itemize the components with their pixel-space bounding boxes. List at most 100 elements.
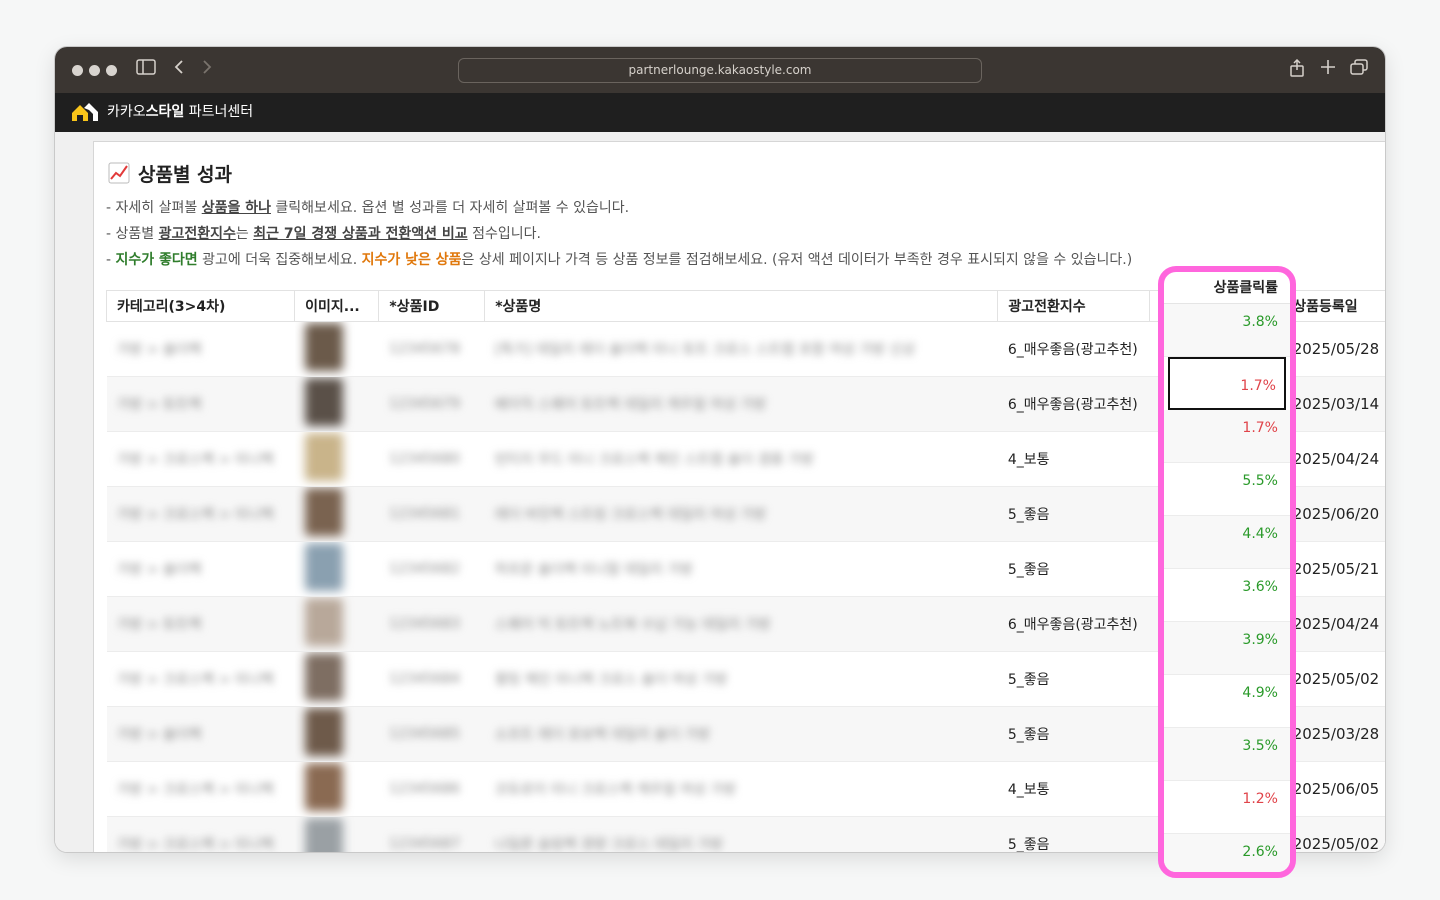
category-cell: 가방 > 숄더백 [106,321,295,377]
click-rate-column-highlight: 상품클릭률 3.8% 1.7% 1.7% 5.5% 4.4% 3.6% 3.9% 4.9% 3.… [1158,266,1296,878]
close-window-button[interactable] [72,65,83,76]
image-cell [294,431,379,487]
column-header-conversion-index[interactable]: 광고전환지수 [997,290,1151,322]
column-header-image[interactable]: 이미지... [294,290,380,322]
image-cell [294,541,379,597]
category-cell: 가방 > 토트백 [106,376,295,432]
product-thumbnail[interactable] [304,598,343,646]
click-rate-value[interactable]: 1.7% [1164,410,1290,463]
click-rate-value[interactable]: 1.2% [1164,781,1290,834]
product-thumbnail[interactable] [304,543,343,591]
description-line-2: - 상품별 광고전환지수는 최근 7일 경쟁 상품과 전환액션 비교 점수입니다… [106,226,541,242]
category-cell: 가방 > 크로스백 > 미니백 [106,486,295,542]
product-thumbnail[interactable] [304,763,343,811]
product-name-cell[interactable]: [특가] 데일리 레더 숄더백 미니 토트 크로스 스트랩 포함 여성 가방 신… [484,321,998,377]
conversion-index-cell: 6_매우좋음(광고추천) [997,376,1150,432]
product-id-cell: 12345680 [378,431,485,487]
click-rate-value[interactable]: 3.9% [1164,622,1290,675]
image-cell [294,651,379,707]
click-rate-value-selected[interactable]: 1.7% [1168,357,1286,410]
product-thumbnail[interactable] [304,708,343,756]
image-cell [294,706,379,762]
registration-date-cell: 2025/05/02 [1282,816,1385,852]
image-cell [294,596,379,652]
product-thumbnail[interactable] [304,818,343,852]
conversion-index-cell: 5_좋음 [997,541,1150,597]
product-thumbnail[interactable] [304,378,343,426]
category-cell: 가방 > 크로스백 > 미니백 [106,431,295,487]
new-tab-icon[interactable] [1320,59,1336,81]
product-id-cell: 12345686 [378,761,485,817]
section-title: 상품별 성과 [108,162,232,188]
registration-date-cell: 2025/05/21 [1282,541,1385,597]
registration-date-cell: 2025/04/24 [1282,596,1385,652]
click-rate-value[interactable]: 4.9% [1164,675,1290,728]
click-rate-value[interactable]: 3.5% [1164,728,1290,781]
click-rate-value[interactable]: 5.5% [1164,463,1290,516]
registration-date-cell: 2025/04/24 [1282,431,1385,487]
column-header-category[interactable]: 카테고리(3>4차) [105,290,296,322]
product-name-cell[interactable]: 베이직 스퀘어 토트백 데일리 캐주얼 여성 가방 [484,376,998,432]
image-cell [294,816,379,852]
product-id-cell: 12345683 [378,596,485,652]
column-header-product-name[interactable]: *상품명 [484,290,999,322]
image-cell [294,486,379,542]
browser-titlebar: partnerlounge.kakaostyle.com [55,47,1385,93]
description-line-3: - 지수가 좋다면 광고에 더욱 집중해보세요. 지수가 낮은 상품은 상세 페… [106,252,1133,268]
column-header-product-id[interactable]: *상품ID [378,290,486,322]
conversion-index-cell: 6_매우좋음(광고추천) [997,321,1150,377]
product-name-cell[interactable]: 레더 버킷백 스트링 크로스백 데일리 여성 가방 [484,486,998,542]
registration-date-cell: 2025/06/05 [1282,761,1385,817]
product-id-cell: 12345685 [378,706,485,762]
product-name-cell[interactable]: 퀼팅 체인 미니백 크로스 숄더 여성 가방 [484,651,998,707]
click-rate-value[interactable]: 4.4% [1164,516,1290,569]
product-name-cell[interactable]: 하프문 숄더백 미니멀 데일리 가방 [484,541,998,597]
product-name-cell[interactable]: 빈티지 무드 미니 크로스백 체인 스트랩 숄더 겸용 가방 [484,431,998,487]
click-rate-value[interactable]: 2.6% [1164,834,1290,872]
registration-date-cell: 2025/05/28 [1282,321,1385,377]
category-cell: 가방 > 숄더백 [106,706,295,762]
category-cell: 가방 > 숄더백 [106,541,295,597]
product-thumbnail[interactable] [304,653,343,701]
conversion-index-cell: 5_좋음 [997,486,1150,542]
product-id-cell: 12345679 [378,376,485,432]
image-cell [294,761,379,817]
address-bar[interactable]: partnerlounge.kakaostyle.com [458,58,982,83]
chart-increasing-icon [108,162,130,184]
product-thumbnail[interactable] [304,433,343,481]
description-line-1: - 자세히 살펴볼 상품을 하나 클릭해보세요. 옵션 별 성과를 더 자세히 … [106,200,630,216]
conversion-index-cell: 5_좋음 [997,651,1150,707]
registration-date-cell: 2025/06/20 [1282,486,1385,542]
registration-date-cell: 2025/05/02 [1282,651,1385,707]
click-rate-header[interactable]: 상품클릭률 [1164,272,1290,304]
product-id-cell: 12345684 [378,651,485,707]
conversion-index-cell: 5_좋음 [997,816,1150,852]
product-name-cell[interactable]: 스퀘어 빅 토트백 노트북 수납 가능 데일리 가방 [484,596,998,652]
product-thumbnail[interactable] [304,488,343,536]
back-icon[interactable] [173,59,185,81]
sidebar-icon[interactable] [136,59,156,81]
product-id-cell: 12345681 [378,486,485,542]
click-rate-value[interactable]: 3.6% [1164,569,1290,622]
share-icon[interactable] [1289,58,1305,83]
forward-icon[interactable] [201,59,213,81]
minimize-window-button[interactable] [89,65,100,76]
tabs-icon[interactable] [1350,59,1368,81]
product-name-cell[interactable]: 코듀로이 미니 크로스백 캐주얼 여성 가방 [484,761,998,817]
maximize-window-button[interactable] [106,65,117,76]
product-thumbnail[interactable] [304,323,343,371]
product-id-cell: 12345682 [378,541,485,597]
product-name-cell[interactable]: 소프트 레더 호보백 데일리 숄더 가방 [484,706,998,762]
kakaostyle-logo-icon[interactable] [71,102,99,122]
product-id-cell: 12345687 [378,816,485,852]
image-cell [294,321,379,377]
product-name-cell[interactable]: 나일론 슬링백 경량 크로스 데일리 가방 [484,816,998,852]
click-rate-value[interactable]: 3.8% [1164,304,1290,357]
app-header: 카카오스타일 파트너센터 [55,93,1385,132]
category-cell: 가방 > 토트백 [106,596,295,652]
conversion-index-cell: 4_보통 [997,761,1150,817]
app-name: 카카오스타일 파트너센터 [107,104,254,120]
category-cell: 가방 > 크로스백 > 미니백 [106,816,295,852]
column-header-registration-date[interactable]: 상품등록일 [1282,290,1385,322]
conversion-index-cell: 6_매우좋음(광고추천) [997,596,1150,652]
